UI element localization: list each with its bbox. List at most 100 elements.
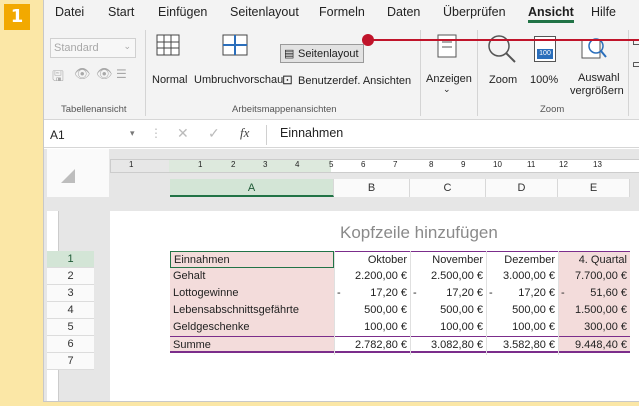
custom-views-button[interactable]: ⊡ Benutzerdef. Ansichten (280, 72, 412, 90)
cell-e1[interactable]: 4. Quartal (558, 251, 630, 268)
cell-d5[interactable]: 100,00 € (486, 319, 558, 336)
page-layout-icon: ▤ (284, 48, 295, 60)
callout-line (362, 34, 639, 46)
ruler-tick: 8 (429, 160, 434, 169)
zoom-100-label: 100% (530, 74, 559, 86)
benutzerdef-label: Benutzerdef. Ansichten (298, 75, 412, 87)
cell-a3[interactable]: Lottogewinne (170, 285, 334, 302)
tab-formeln[interactable]: Formeln (319, 5, 365, 19)
cell-e2[interactable]: 7.700,00 € (558, 268, 630, 285)
ruler-tick: 2 (231, 160, 236, 169)
cell-b5[interactable]: 100,00 € (334, 319, 410, 336)
cell-d6[interactable]: 3.582,80 € (486, 336, 558, 353)
seitenlayout-label: Seitenlayout (298, 48, 359, 60)
eye-add-icon: 👁 (96, 66, 113, 81)
cell-e5[interactable]: 300,00 € (558, 319, 630, 336)
corner-triangle-icon (61, 169, 75, 183)
row-header-3[interactable]: 3 (47, 285, 94, 302)
worksheet-area: 1 1 2 3 4 5 6 7 8 9 10 11 12 13 A B C D … (44, 149, 639, 401)
tab-einfuegen[interactable]: Einfügen (158, 5, 207, 19)
cell-c6[interactable]: 3.082,80 € (410, 336, 486, 353)
row-header-1[interactable]: 1 (47, 251, 94, 268)
cell-b3[interactable]: - 17,20 € (334, 285, 410, 302)
cell-e6[interactable]: 9.448,40 € (558, 336, 630, 353)
cell-c2[interactable]: 2.500,00 € (410, 268, 486, 285)
add-header-placeholder[interactable]: Kopfzeile hinzufügen (340, 223, 498, 243)
data-table: Einnahmen Oktober November Dezember 4. Q… (170, 251, 630, 371)
grid-icon (156, 34, 180, 56)
cell-e4[interactable]: 1.500,00 € (558, 302, 630, 319)
row-header-7[interactable]: 7 (47, 353, 94, 370)
group-label-tabellenansicht: Tabellenansicht (61, 104, 127, 115)
horizontal-ruler: 1 1 2 3 4 5 6 7 8 9 10 11 12 13 (110, 159, 639, 173)
cancel-icon[interactable]: ✕ (177, 125, 189, 142)
tab-seitenlayout[interactable]: Seitenlayout (230, 5, 299, 19)
cell-d2[interactable]: 3.000,00 € (486, 268, 558, 285)
confirm-icon[interactable]: ✓ (208, 125, 220, 142)
menu-bar: Datei Start Einfügen Seitenlayout Formel… (44, 0, 639, 26)
zoom-label: Zoom (489, 74, 518, 86)
gridline (410, 251, 411, 355)
column-header-a[interactable]: A (170, 179, 334, 197)
column-header-e[interactable]: E (558, 179, 630, 197)
ruler-tick: 5 (329, 160, 334, 169)
row-header-2[interactable]: 2 (47, 268, 94, 285)
tab-daten[interactable]: Daten (387, 5, 420, 19)
cell-b2[interactable]: 2.200,00 € (334, 268, 410, 285)
chevron-down-icon: ▾ (130, 128, 135, 138)
page-break-icon (222, 34, 248, 56)
cell-d4[interactable]: 500,00 € (486, 302, 558, 319)
ribbon: Standard ⌄ 🖫 👁 👁 ☰ Tabellenansicht Norma… (44, 26, 639, 120)
cell-c1[interactable]: November (410, 251, 486, 268)
cell-d1[interactable]: Dezember (486, 251, 558, 268)
cell-c3-value: 17,20 € (446, 287, 483, 299)
more-icon: ⋮ (150, 126, 162, 140)
arrange-icon[interactable]: ▭ (632, 56, 639, 72)
row-header-6[interactable]: 6 (47, 336, 94, 353)
cell-b4[interactable]: 500,00 € (334, 302, 410, 319)
row-header-5[interactable]: 5 (47, 319, 94, 336)
step-number-badge: 1 (4, 4, 30, 30)
cell-b6[interactable]: 2.782,80 € (334, 336, 410, 353)
cell-c3[interactable]: - 17,20 € (410, 285, 486, 302)
cell-a4[interactable]: Lebensabschnittsgefährte (170, 302, 334, 319)
view-dropdown[interactable]: Standard ⌄ (50, 38, 136, 58)
gridline (558, 251, 559, 355)
cell-b1[interactable]: Oktober (334, 251, 410, 268)
group-label-zoom: Zoom (540, 104, 565, 115)
cell-d3[interactable]: - 17,20 € (486, 285, 558, 302)
excel-window: Datei Start Einfügen Seitenlayout Formel… (43, 0, 639, 402)
cell-c4[interactable]: 500,00 € (410, 302, 486, 319)
ruler-highlight (169, 160, 331, 172)
column-header-b[interactable]: B (334, 179, 410, 197)
normal-view-button[interactable]: Normal (152, 32, 198, 94)
tab-start[interactable]: Start (108, 5, 134, 19)
cell-d3-value: 17,20 € (518, 287, 555, 299)
page-layout-button[interactable]: ▤ Seitenlayout (280, 44, 364, 63)
tab-ansicht[interactable]: Ansicht (528, 5, 574, 23)
tab-datei[interactable]: Datei (55, 5, 84, 19)
cell-a1[interactable]: Einnahmen (170, 251, 334, 268)
ruler-margin-left (111, 160, 171, 172)
ruler-tick: 9 (461, 160, 466, 169)
cell-c5[interactable]: 100,00 € (410, 319, 486, 336)
ruler-tick: 11 (527, 160, 536, 169)
function-icon[interactable]: fx (240, 125, 249, 141)
formula-input[interactable]: Einnahmen (280, 126, 343, 140)
page-break-preview-button[interactable]: Umbruchvorschau (194, 32, 283, 94)
name-box[interactable]: A1 ▾ (48, 125, 140, 145)
cell-a5[interactable]: Geldgeschenke (170, 319, 334, 336)
column-header-c[interactable]: C (410, 179, 486, 197)
group-label-arbeitsmappenansichten: Arbeitsmappenansichten (232, 104, 337, 115)
column-header-d[interactable]: D (486, 179, 558, 197)
cell-a6[interactable]: Summe (170, 336, 334, 353)
minus-sign: - (413, 287, 417, 299)
tab-hilfe[interactable]: Hilfe (591, 5, 616, 19)
row-header-4[interactable]: 4 (47, 302, 94, 319)
tab-ueberpruefen[interactable]: Überprüfen (443, 5, 506, 19)
ruler-tick: 13 (593, 160, 602, 169)
cell-a2[interactable]: Gehalt (170, 268, 334, 285)
vergroessern-label: vergrößern (570, 85, 624, 97)
cell-e3[interactable]: - 51,60 € (558, 285, 630, 302)
select-all-corner[interactable] (47, 149, 109, 197)
